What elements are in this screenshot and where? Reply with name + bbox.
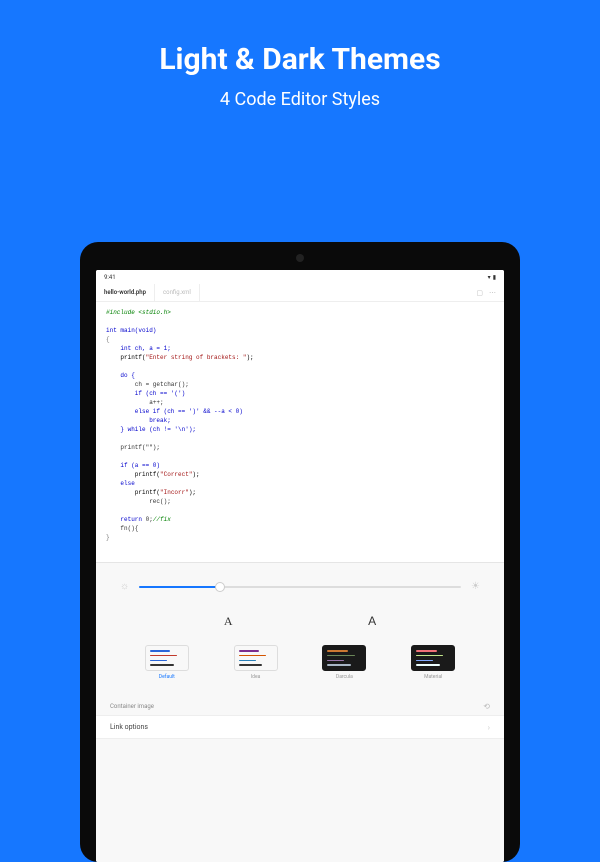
theme-idea[interactable]: Idea [234, 645, 278, 680]
theme-label: Default [159, 674, 175, 680]
tablet-camera [296, 254, 304, 262]
sun-large-icon: ☀ [471, 581, 480, 592]
chevron-right-icon: › [488, 723, 490, 732]
container-image-section: Container image ⟲ [96, 694, 504, 715]
status-time: 9:41 [104, 274, 116, 281]
editor-tab-bar: hello-world.php config.xml ▢ ⋯ [96, 284, 504, 302]
status-icons: ▾ ▮ [488, 274, 496, 281]
wifi-icon: ▾ [488, 274, 491, 281]
tab-active[interactable]: hello-world.php [96, 284, 154, 301]
brightness-slider-row: ☼ ☀ [96, 581, 504, 592]
font-size-row: A A [96, 614, 504, 629]
theme-label: Material [424, 674, 442, 680]
hero-title: Light & Dark Themes [0, 42, 600, 77]
hero-subtitle: 4 Code Editor Styles [0, 89, 600, 110]
reset-icon[interactable]: ⟲ [483, 702, 490, 711]
theme-darcula[interactable]: Darcula [322, 645, 366, 680]
tablet-device: 9:41 ▾ ▮ hello-world.php config.xml ▢ ⋯ … [80, 242, 520, 862]
theme-material[interactable]: Material [411, 645, 455, 680]
theme-swatch-darcula [322, 645, 366, 671]
status-bar: 9:41 ▾ ▮ [96, 270, 504, 284]
more-icon[interactable]: ⋯ [489, 289, 496, 297]
theme-swatch-default [145, 645, 189, 671]
layout-icon[interactable]: ▢ [476, 289, 483, 297]
font-sample-sans[interactable]: A [368, 614, 376, 629]
link-options-row[interactable]: Link options › [96, 715, 504, 739]
font-sample-serif[interactable]: A [224, 614, 233, 629]
themes-row: Default Idea [96, 645, 504, 680]
theme-default[interactable]: Default [145, 645, 189, 680]
section-title: Container image [110, 703, 154, 710]
battery-icon: ▮ [493, 274, 496, 281]
sun-small-icon: ☼ [120, 581, 129, 592]
code-editor[interactable]: #include <stdio.h> int main(void) { int … [96, 302, 504, 562]
theme-label: Darcula [336, 674, 353, 680]
theme-label: Idea [251, 674, 261, 680]
slider-fill [139, 586, 219, 588]
tab-inactive[interactable]: config.xml [154, 284, 200, 301]
settings-panel: ☼ ☀ A A Defau [96, 562, 504, 862]
theme-swatch-idea [234, 645, 278, 671]
tablet-screen: 9:41 ▾ ▮ hello-world.php config.xml ▢ ⋯ … [96, 270, 504, 862]
brightness-slider[interactable] [139, 586, 461, 588]
option-label: Link options [110, 723, 148, 731]
theme-swatch-material [411, 645, 455, 671]
slider-thumb[interactable] [215, 582, 225, 592]
